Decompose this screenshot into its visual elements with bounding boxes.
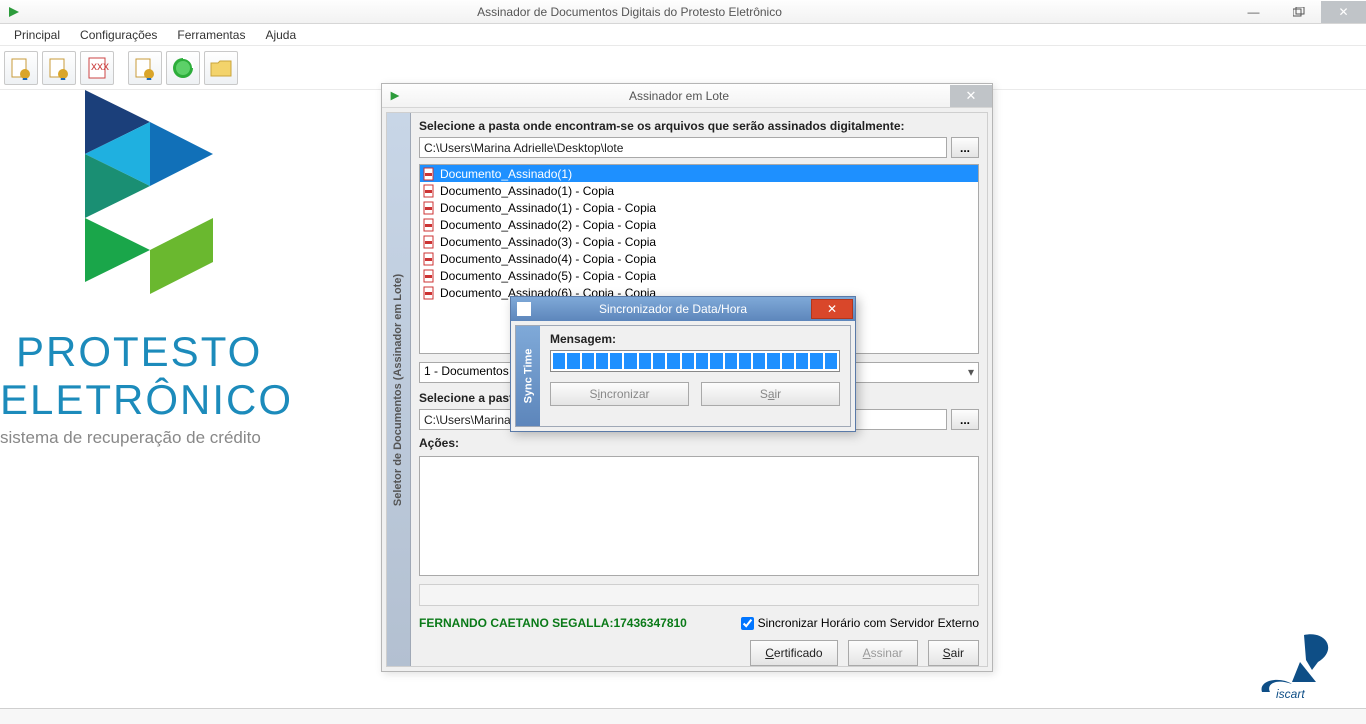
file-name: Documento_Assinado(5) - Copia - Copia [440, 269, 656, 283]
statusbar [0, 708, 1366, 724]
file-item[interactable]: Documento_Assinado(4) - Copia - Copia [420, 250, 978, 267]
siscart-logo: iscart [1256, 632, 1352, 706]
file-item[interactable]: Documento_Assinado(1) [420, 165, 978, 182]
browse-source-button[interactable]: ... [951, 137, 979, 158]
file-name: Documento_Assinado(1) - Copia - Copia [440, 201, 656, 215]
logo-text-2: ELETRÔNICO [0, 376, 290, 424]
pdf-icon [422, 286, 436, 300]
file-item[interactable]: Documento_Assinado(1) - Copia - Copia [420, 199, 978, 216]
menubar: Principal Configurações Ferramentas Ajud… [0, 24, 1366, 46]
dialog-title: Assinador em Lote [408, 89, 950, 103]
sync-dialog: Sincronizador de Data/Hora ✕ Sync Time M… [510, 296, 856, 432]
file-name: Documento_Assinado(3) - Copia - Copia [440, 235, 656, 249]
brand-logo: PROTESTO ELETRÔNICO sistema de recuperaç… [0, 90, 290, 448]
signer-name: FERNANDO CAETANO SEGALLA:17436347810 [419, 616, 687, 630]
app-icon [6, 4, 22, 20]
maximize-button[interactable] [1276, 1, 1321, 23]
file-name: Documento_Assinado(4) - Copia - Copia [440, 252, 656, 266]
menu-principal[interactable]: Principal [4, 26, 70, 44]
actions-textarea[interactable] [419, 456, 979, 576]
close-button[interactable]: ✕ [1321, 1, 1366, 23]
menu-ferramentas[interactable]: Ferramentas [167, 26, 255, 44]
sync-title: Sincronizador de Data/Hora [537, 302, 809, 316]
toolbar-xml-icon[interactable]: xxx [80, 51, 114, 85]
logo-text-3: sistema de recuperação de crédito [0, 428, 290, 448]
sync-progress [550, 350, 840, 372]
pdf-icon [422, 218, 436, 232]
toolbar-cert1-icon[interactable] [4, 51, 38, 85]
assinar-button[interactable]: Assinar [848, 640, 918, 666]
sync-titlebar: Sincronizador de Data/Hora ✕ [511, 297, 855, 321]
sync-sincronizar-button[interactable]: Sincronizar [550, 382, 689, 406]
sync-label: Mensagem: [550, 332, 840, 346]
label-source-folder: Selecione a pasta onde encontram-se os a… [419, 119, 979, 133]
sync-close-button[interactable]: ✕ [811, 299, 853, 319]
source-path-input[interactable] [419, 137, 947, 158]
sync-side-tab: Sync Time [516, 326, 540, 426]
pdf-icon [422, 201, 436, 215]
svg-text:iscart: iscart [1276, 687, 1305, 701]
logo-text-1: PROTESTO [16, 328, 290, 376]
pdf-icon [422, 167, 436, 181]
pdf-icon [422, 184, 436, 198]
sync-dialog-icon [517, 302, 531, 316]
pdf-icon [422, 235, 436, 249]
sair-button[interactable]: Sair [928, 640, 979, 666]
file-name: Documento_Assinado(2) - Copia - Copia [440, 218, 656, 232]
sync-sair-button[interactable]: Sair [701, 382, 840, 406]
file-item[interactable]: Documento_Assinado(5) - Copia - Copia [420, 267, 978, 284]
minimize-button[interactable]: — [1231, 1, 1276, 23]
toolbar-cert3-icon[interactable] [128, 51, 162, 85]
pdf-icon [422, 252, 436, 266]
file-name: Documento_Assinado(1) - Copia [440, 184, 614, 198]
window-title: Assinador de Documentos Digitais do Prot… [28, 5, 1231, 19]
menu-configuracoes[interactable]: Configurações [70, 26, 167, 44]
file-item[interactable]: Documento_Assinado(1) - Copia [420, 182, 978, 199]
sync-checkbox[interactable]: Sincronizar Horário com Servidor Externo [741, 616, 979, 630]
main-titlebar: Assinador de Documentos Digitais do Prot… [0, 0, 1366, 24]
status-box [419, 584, 979, 606]
toolbar-folder-icon[interactable] [204, 51, 238, 85]
toolbar-cert2-icon[interactable] [42, 51, 76, 85]
sync-checkbox-input[interactable] [741, 617, 754, 630]
dialog-close-button[interactable]: ✕ [950, 85, 992, 107]
browse-dest-button[interactable]: ... [951, 409, 979, 430]
dialog-titlebar: Assinador em Lote ✕ [382, 84, 992, 108]
certificado-button[interactable]: Certificado [750, 640, 837, 666]
toolbar-globe-icon[interactable] [166, 51, 200, 85]
svg-text:xxx: xxx [91, 59, 109, 73]
dialog-icon [388, 89, 402, 103]
file-name: Documento_Assinado(1) [440, 167, 572, 181]
menu-ajuda[interactable]: Ajuda [255, 26, 306, 44]
side-tab[interactable]: Seletor de Documentos (Assinador em Lote… [387, 113, 411, 666]
pdf-icon [422, 269, 436, 283]
file-item[interactable]: Documento_Assinado(2) - Copia - Copia [420, 216, 978, 233]
file-item[interactable]: Documento_Assinado(3) - Copia - Copia [420, 233, 978, 250]
label-acoes: Ações: [419, 436, 979, 450]
